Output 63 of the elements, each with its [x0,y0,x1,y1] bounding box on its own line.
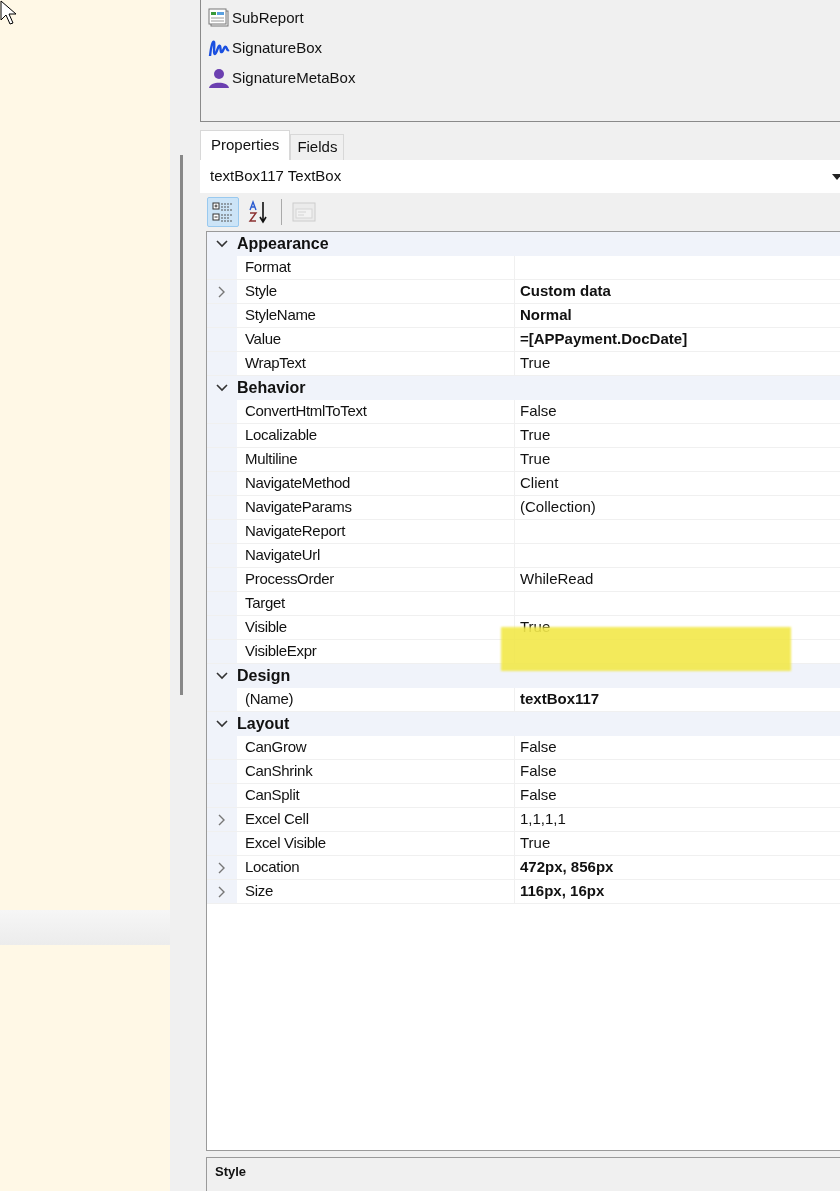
property-value: (Collection) [519,497,597,518]
property-name: Style [237,280,515,303]
property-name: NavigateMethod [237,472,515,495]
property-name: (Name) [237,688,515,711]
dropdown-icon [832,173,840,180]
property-name: NavigateParams [237,496,515,519]
report-icon [208,8,230,28]
tab[interactable]: Properties [200,130,291,160]
property-value: True [519,449,552,470]
chevron-icon[interactable] [216,672,228,680]
property-value: False [519,401,558,422]
chevron-icon[interactable] [216,384,228,392]
property-name: NavigateReport [237,520,515,543]
property-value: True [519,353,552,374]
property-value: 116px, 16px [519,881,606,902]
property-name: CanGrow [237,736,515,759]
property-name: Excel Visible [237,832,515,855]
signature-icon [208,38,230,58]
property-name: StyleName [237,304,515,327]
category-label: Design [237,666,291,686]
property-name: WrapText [237,352,515,375]
property-value: True [519,425,552,446]
property-name: ConvertHtmlToText [237,400,515,423]
object-selector[interactable]: textBox117 TextBox [200,160,840,193]
property-value: Client [519,473,560,494]
property-name: Value [237,328,515,351]
description-title: Style [215,1164,247,1179]
property-name: CanSplit [237,784,515,807]
property-value: =[APPayment.DocDate] [519,329,689,350]
property-name: Multiline [237,448,515,471]
property-name: ProcessOrder [237,568,515,591]
category-label: Behavior [237,378,306,398]
categorized-icon [211,200,235,224]
toolbox-item[interactable]: SubReport [208,6,312,30]
property-value: Normal [519,305,573,326]
property-value: 472px, 856px [519,857,615,878]
property-name: Format [237,256,515,279]
property-value: False [519,761,558,782]
category-label: Appearance [237,234,329,254]
property-value: False [519,785,558,806]
property-value: Custom data [519,281,612,302]
property-name: CanShrink [237,760,515,783]
person-icon [208,68,230,88]
property-value: WhileRead [519,569,595,590]
property-name: Size [237,880,515,903]
cursor-icon [0,0,18,26]
property-value: False [519,737,558,758]
property-name: Target [237,592,515,615]
property-name: NavigateUrl [237,544,515,567]
property-value: 1,1,1,1 [519,809,567,830]
property-value: True [519,617,552,638]
category-label: Layout [237,714,290,734]
chevron-icon[interactable] [216,720,228,728]
toolbox-item[interactable]: SignatureMetaBox [208,66,364,90]
toolbox-item[interactable]: SignatureBox [208,36,331,60]
property-name: Localizable [237,424,515,447]
chevron-icon[interactable] [216,240,228,248]
property-value: True [519,833,552,854]
property-pages-icon [292,200,316,224]
property-name: Location [237,856,515,879]
property-name: Excel Cell [237,808,515,831]
property-value: textBox117 [519,689,601,710]
tab[interactable]: Fields [290,134,345,160]
